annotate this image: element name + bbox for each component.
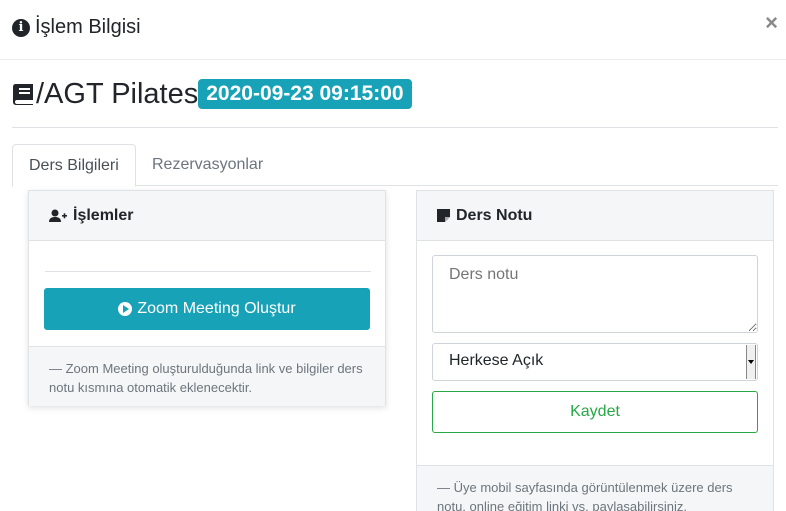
play-circle-icon [118,302,133,316]
close-icon[interactable]: × [765,12,778,34]
note-card: Ders Notu Herkese Açık Kaydet — Üye mobi… [416,190,774,511]
zoom-meeting-button[interactable]: Zoom Meeting Oluştur [44,288,370,330]
actions-card: İşlemler Zoom Meeting Oluştur — Zoom Mee… [28,190,386,406]
actions-card-footer: — Zoom Meeting oluşturulduğunda link ve … [29,346,385,406]
zoom-meeting-button-label: Zoom Meeting Oluştur [137,300,296,317]
actions-card-header: İşlemler [29,191,385,241]
tab-bar: Ders Bilgileri Rezervasyonlar [12,144,778,187]
modal-header: i İşlem Bilgisi × [0,0,786,60]
visibility-select[interactable]: Herkese Açık [432,343,758,381]
modal-title: i İşlem Bilgisi [12,16,141,39]
tab-rezervasyonlar[interactable]: Rezervasyonlar [136,144,279,186]
sticky-note-icon [437,209,450,222]
modal-title-text: İşlem Bilgisi [35,16,141,38]
actions-card-title: İşlemler [73,206,134,224]
book-icon [13,84,33,105]
note-card-header: Ders Notu [417,191,773,241]
user-plus-icon [49,209,67,223]
actions-footer-note: — Zoom Meeting oluşturulduğunda link ve … [49,361,363,395]
tab-ders-bilgileri[interactable]: Ders Bilgileri [12,144,136,187]
chevron-down-icon[interactable] [746,345,756,379]
note-card-title: Ders Notu [456,206,533,224]
actions-divider [45,271,371,272]
lesson-note-input[interactable] [432,255,758,333]
info-circle-icon: i [12,18,30,37]
visibility-selected-value: Herkese Açık [449,352,544,369]
lesson-name: /AGT Pilates [36,77,199,110]
note-footer-note: — Üye mobil sayfasında görüntülenmek üze… [437,480,733,511]
header-divider [12,127,778,128]
save-button[interactable]: Kaydet [432,391,758,433]
note-card-footer: — Üye mobil sayfasında görüntülenmek üze… [417,465,773,511]
lesson-datetime-badge: 2020-09-23 09:15:00 [198,79,412,109]
save-button-label: Kaydet [570,403,620,420]
lesson-heading: /AGT Pilates 2020-09-23 09:15:00 [12,78,412,110]
